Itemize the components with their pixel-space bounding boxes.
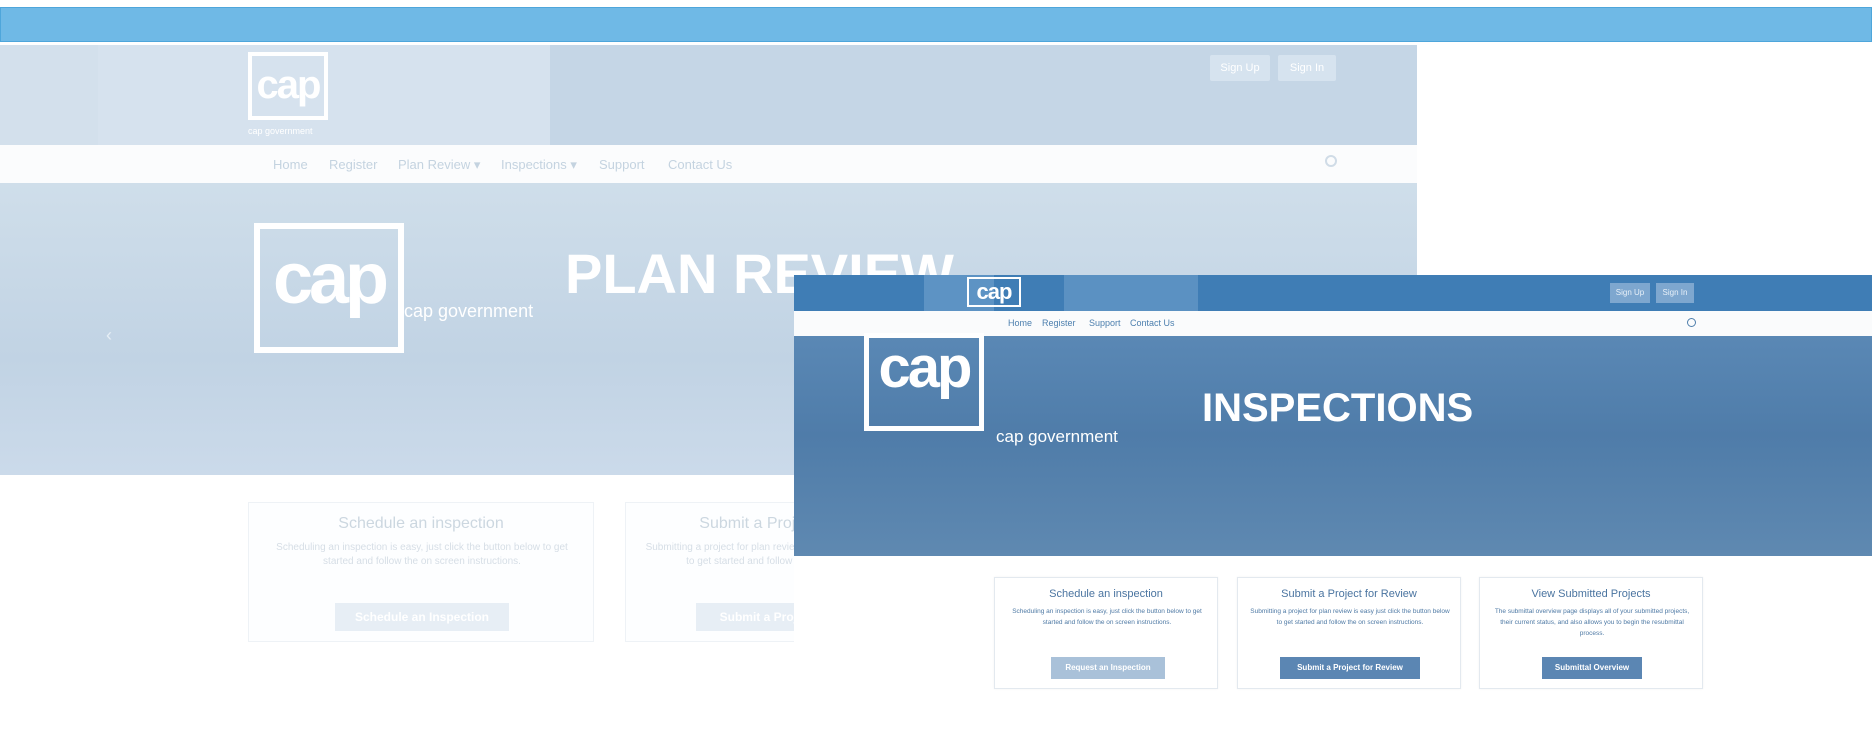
card-text: The submittal overview page displays all… [1494, 608, 1690, 637]
cap-logo[interactable]: cap [248, 52, 328, 120]
schedule-inspection-card: Schedule an inspection Scheduling an ins… [994, 577, 1218, 689]
hero-cap-logo: cap [864, 333, 984, 431]
logo-subtitle: cap government [248, 126, 313, 136]
card-title: Schedule an inspection [1049, 588, 1163, 600]
view-submitted-projects-card: View Submitted Projects The submittal ov… [1479, 577, 1703, 689]
sign-in-button[interactable]: Sign In [1656, 283, 1694, 303]
nav-support[interactable]: Support [1089, 318, 1121, 328]
hero-subtitle: cap government [996, 427, 1118, 446]
carousel-prev-icon[interactable]: ‹ [106, 325, 112, 346]
cap-logo[interactable]: cap [967, 277, 1021, 307]
hero-title: INSPECTIONS [1202, 386, 1474, 430]
card-title: View Submitted Projects [1531, 588, 1651, 600]
nav-register[interactable]: Register [1042, 318, 1076, 328]
submit-project-button[interactable]: Submit a Project for Review [1280, 657, 1420, 679]
nav-contact-us[interactable]: Contact Us [1130, 318, 1175, 328]
nav-home[interactable]: Home [1008, 318, 1032, 328]
card-title: Schedule an inspection [338, 515, 504, 532]
top-banner [0, 7, 1872, 42]
nav-plan-review[interactable]: Plan Review ▾ [398, 157, 480, 173]
request-inspection-button[interactable]: Request an Inspection [1051, 657, 1165, 679]
submit-project-card: Submit a Project for Review Submitting a… [1237, 577, 1461, 689]
nav-contact-us[interactable]: Contact Us [668, 157, 732, 172]
search-icon[interactable] [1687, 318, 1696, 327]
nav-inspections[interactable]: Inspections ▾ [501, 157, 577, 173]
hero-cap-logo: cap [254, 223, 404, 353]
card-text: Submitting a project for plan review is … [1250, 608, 1450, 626]
header-strip [0, 45, 1417, 145]
schedule-inspection-card: Schedule an inspection Scheduling an ins… [248, 502, 594, 642]
hero-banner: cap cap government INSPECTIONS [794, 333, 1872, 556]
submittal-overview-button[interactable]: Submittal Overview [1542, 657, 1642, 679]
nav-support[interactable]: Support [599, 157, 645, 172]
nav-register[interactable]: Register [329, 157, 377, 172]
inspections-page-screenshot: cap Sign Up Sign In Home Register Suppor… [794, 275, 1872, 731]
schedule-inspection-button[interactable]: Schedule an Inspection [335, 603, 509, 631]
card-title: Submit a Project for Review [1281, 588, 1417, 600]
nav-home[interactable]: Home [273, 157, 308, 172]
header-strip [794, 275, 1872, 311]
nav-bar: Home Register Plan Review ▾ Inspections … [0, 145, 1417, 183]
card-text: Scheduling an inspection is easy, just c… [276, 542, 568, 567]
sign-up-button[interactable]: Sign Up [1610, 283, 1650, 303]
card-text: Scheduling an inspection is easy, just c… [1012, 608, 1202, 626]
sign-in-button[interactable]: Sign In [1278, 55, 1336, 81]
hero-subtitle: cap government [404, 301, 534, 321]
sign-up-button[interactable]: Sign Up [1210, 55, 1270, 81]
search-icon[interactable] [1325, 155, 1337, 167]
